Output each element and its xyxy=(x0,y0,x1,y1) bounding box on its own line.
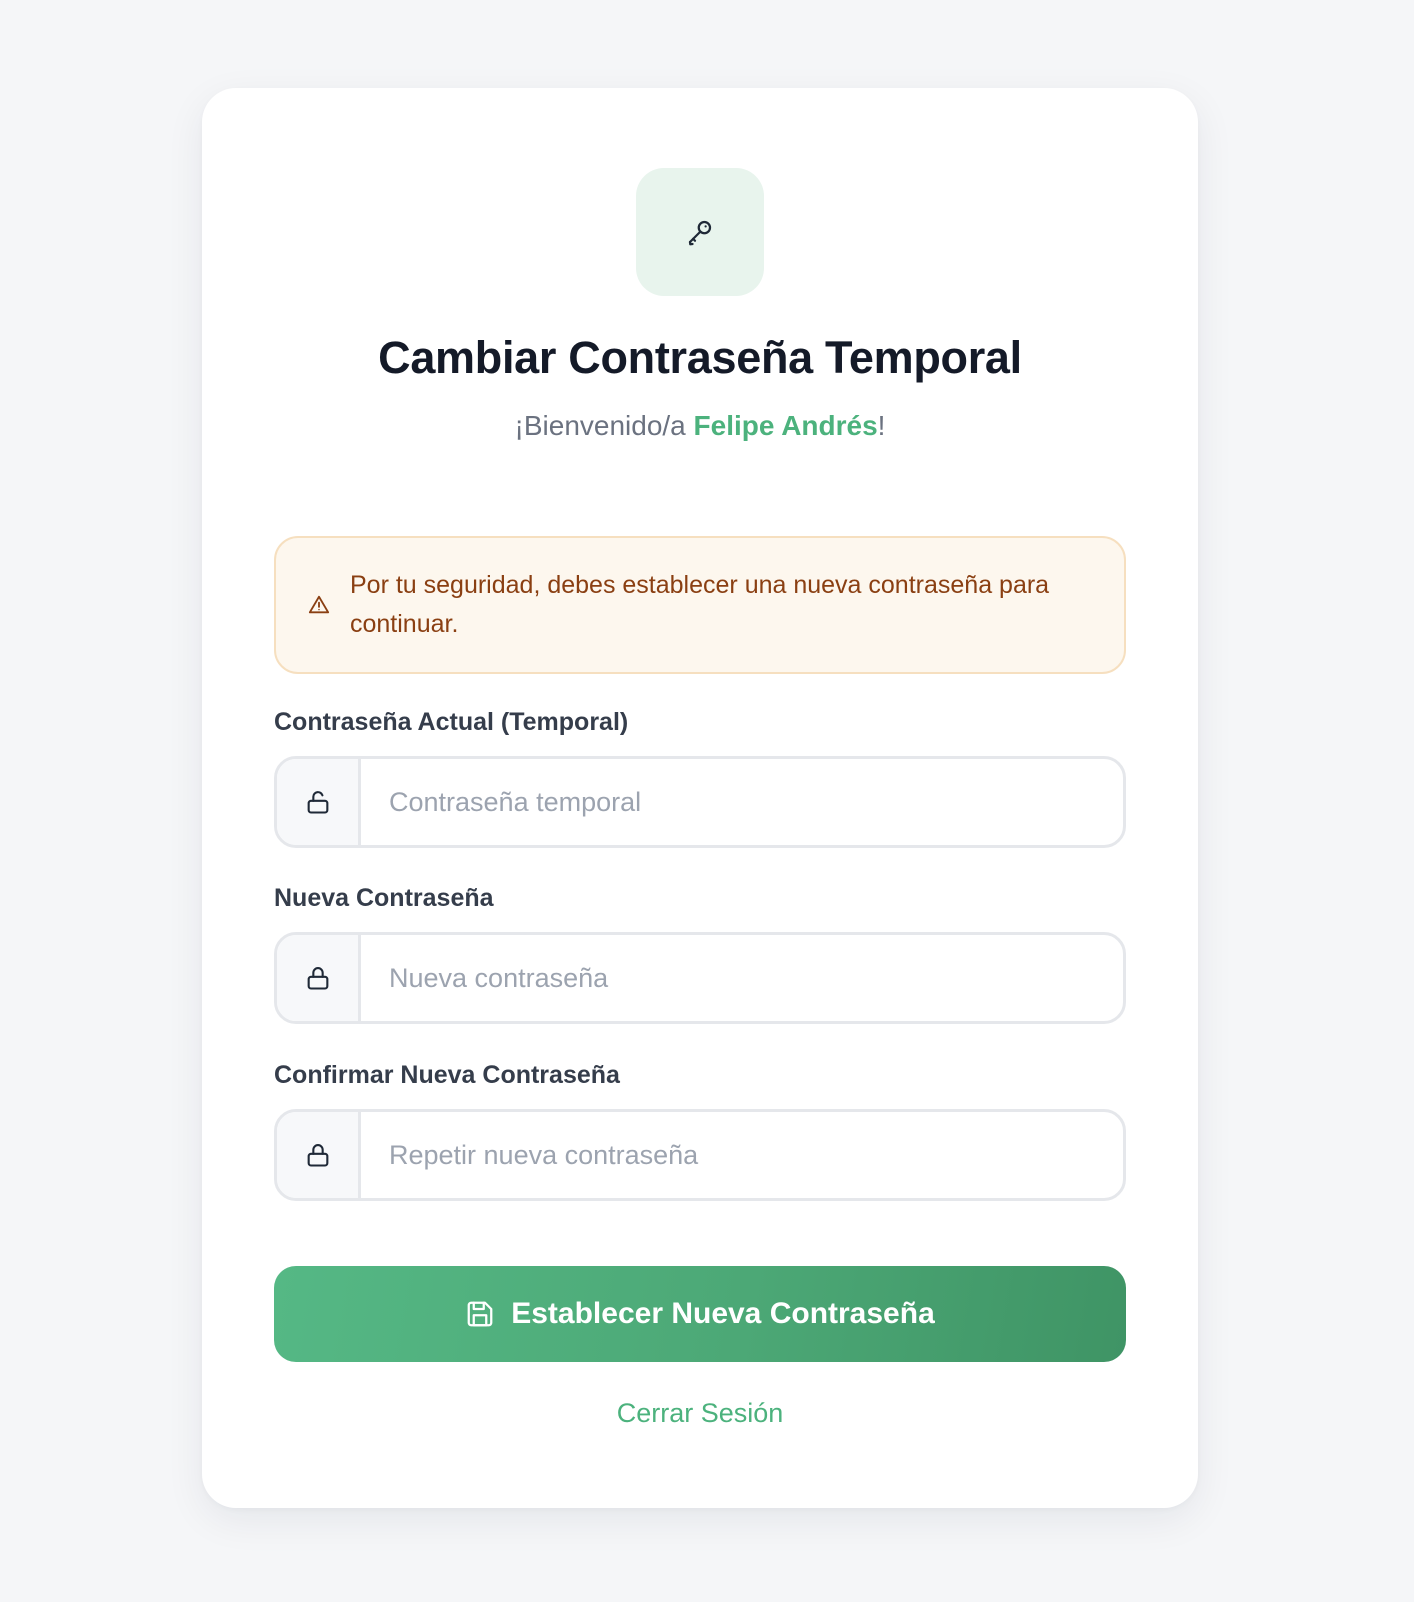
current-password-addon xyxy=(277,759,361,845)
set-new-password-label: Establecer Nueva Contraseña xyxy=(511,1297,935,1330)
page-title: Cambiar Contraseña Temporal xyxy=(378,332,1022,383)
lock-icon xyxy=(304,964,332,992)
change-password-card: Cambiar Contraseña Temporal ¡Bienvenido/… xyxy=(202,88,1198,1508)
new-password-label: Nueva Contraseña xyxy=(274,884,494,912)
welcome-message: ¡Bienvenido/a Felipe Andrés! xyxy=(202,410,1198,442)
save-icon xyxy=(465,1299,495,1329)
welcome-prefix: ¡Bienvenido/a xyxy=(514,410,694,441)
confirm-password-label: Confirmar Nueva Contraseña xyxy=(274,1061,620,1089)
current-password-group xyxy=(274,756,1126,848)
current-password-label: Contraseña Actual (Temporal) xyxy=(274,708,629,736)
set-new-password-button[interactable]: Establecer Nueva Contraseña xyxy=(274,1266,1126,1362)
key-icon xyxy=(685,217,715,247)
current-password-input[interactable] xyxy=(361,759,1123,845)
key-badge xyxy=(636,168,764,296)
alert-message: Por tu seguridad, debes establecer una n… xyxy=(350,571,1050,638)
lock-open-icon xyxy=(304,788,332,816)
user-name: Felipe Andrés xyxy=(693,410,878,441)
warning-triangle-icon xyxy=(308,594,330,616)
new-password-addon xyxy=(277,935,361,1021)
new-password-group xyxy=(274,932,1126,1024)
confirm-password-group xyxy=(274,1109,1126,1201)
security-alert: Por tu seguridad, debes establecer una n… xyxy=(274,536,1126,674)
logout-link[interactable]: Cerrar Sesión xyxy=(202,1398,1198,1429)
confirm-password-input[interactable] xyxy=(361,1112,1123,1198)
lock-icon xyxy=(304,1141,332,1169)
welcome-suffix: ! xyxy=(877,410,886,441)
confirm-password-addon xyxy=(277,1112,361,1198)
new-password-input[interactable] xyxy=(361,935,1123,1021)
